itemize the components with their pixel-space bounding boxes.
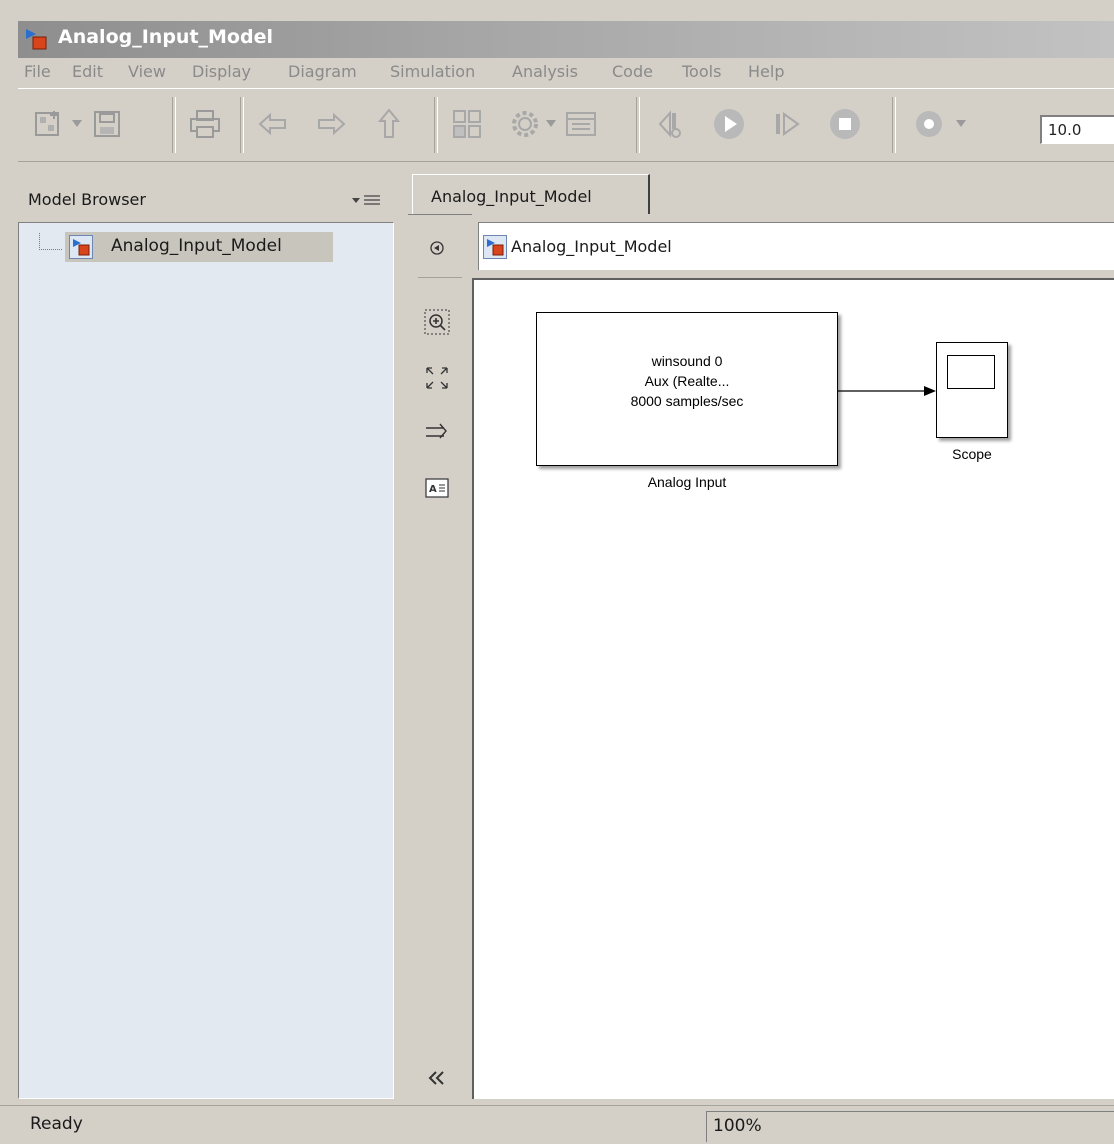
menu-file[interactable]: File: [24, 62, 51, 81]
status-text: Ready: [30, 1114, 83, 1134]
tab-label: Analog_Input_Model: [431, 187, 592, 206]
simulink-model-icon: [69, 235, 93, 259]
menu-tools[interactable]: Tools: [682, 62, 721, 81]
new-model-icon[interactable]: [32, 107, 66, 141]
scope-caption: Scope: [952, 446, 992, 462]
window-title: Analog_Input_Model: [58, 26, 273, 48]
analog-input-caption: Analog Input: [647, 474, 727, 490]
tree-item-label: Analog_Input_Model: [111, 236, 282, 256]
zoom-level: 100%: [713, 1116, 762, 1136]
zoom-level-field: 100%: [706, 1111, 1114, 1142]
menu-display[interactable]: Display: [192, 62, 251, 81]
scope-screen-icon: [947, 355, 995, 389]
panel-menu-icon[interactable]: [352, 193, 382, 207]
panel-splitter[interactable]: [396, 176, 408, 1099]
tree-item-analog-input-model[interactable]: Analog_Input_Model: [65, 232, 333, 262]
menu-help[interactable]: Help: [748, 62, 784, 81]
toolbar-separator: [636, 97, 640, 153]
simulink-model-icon: [26, 29, 47, 50]
toolbar-separator: [240, 97, 244, 153]
model-explorer-icon[interactable]: [564, 107, 598, 141]
block-text-line: Aux (Realte...: [644, 373, 730, 389]
menu-bar: File Edit View Display Diagram Simulatio…: [18, 58, 1114, 88]
menu-edit[interactable]: Edit: [72, 62, 103, 81]
toolbar-separator: [434, 97, 438, 153]
block-text-line: winsound 0: [651, 353, 723, 369]
analog-input-block[interactable]: winsound 0 Aux (Realte... 8000 samples/s…: [536, 312, 838, 466]
stop-time-field[interactable]: 10.0: [1040, 115, 1114, 144]
menu-code[interactable]: Code: [612, 62, 653, 81]
menu-simulation[interactable]: Simulation: [390, 62, 475, 81]
model-browser-tree: Analog_Input_Model: [18, 222, 394, 1099]
diagram-canvas[interactable]: winsound 0 Aux (Realte... 8000 samples/s…: [472, 278, 1114, 1099]
zoom-in-icon[interactable]: [424, 309, 450, 335]
model-browser-title: Model Browser: [28, 190, 146, 209]
simulink-model-icon: [483, 235, 507, 259]
breadcrumb-item[interactable]: Analog_Input_Model: [511, 237, 672, 256]
breadcrumb: Analog_Input_Model: [478, 222, 1114, 270]
print-icon[interactable]: [188, 107, 222, 141]
run-icon[interactable]: [712, 107, 746, 141]
editor-tab-strip: Analog_Input_Model: [408, 170, 1114, 214]
toolbar: 10.0: [18, 88, 1114, 162]
back-arrow-icon[interactable]: [256, 107, 290, 141]
annotation-icon[interactable]: A: [424, 475, 450, 501]
palette-separator: [418, 277, 462, 278]
status-bar: Ready 100%: [0, 1105, 1114, 1144]
toolbar-separator: [172, 97, 176, 153]
svg-text:A: A: [429, 484, 437, 495]
hide-explorer-bar-icon[interactable]: [424, 235, 450, 261]
double-chevron-left-icon[interactable]: [424, 1065, 450, 1091]
step-back-icon[interactable]: [654, 107, 688, 141]
fit-to-view-icon[interactable]: [424, 365, 450, 391]
library-browser-icon[interactable]: [450, 107, 484, 141]
chevron-down-icon[interactable]: [956, 120, 966, 128]
tab-analog-input-model[interactable]: Analog_Input_Model: [412, 174, 650, 214]
title-bar: Analog_Input_Model: [18, 21, 1114, 58]
stop-icon[interactable]: [828, 107, 862, 141]
model-browser-header: Model Browser: [18, 176, 396, 222]
menu-view[interactable]: View: [128, 62, 166, 81]
chevron-down-icon[interactable]: [72, 120, 82, 128]
up-arrow-icon[interactable]: [372, 107, 406, 141]
toolbar-separator: [892, 97, 896, 153]
tree-connector: [39, 233, 62, 250]
diagram-palette: A: [408, 214, 472, 1099]
block-text-line: 8000 samples/sec: [630, 393, 744, 409]
gear-icon[interactable]: [508, 107, 542, 141]
scope-block[interactable]: [936, 342, 1008, 438]
forward-arrow-icon[interactable]: [314, 107, 348, 141]
record-icon[interactable]: [912, 107, 946, 141]
step-forward-icon[interactable]: [770, 107, 804, 141]
menu-analysis[interactable]: Analysis: [512, 62, 578, 81]
chevron-down-icon[interactable]: [546, 120, 556, 128]
menu-diagram[interactable]: Diagram: [288, 62, 357, 81]
save-icon[interactable]: [90, 107, 124, 141]
signal-line[interactable]: [838, 384, 938, 398]
route-lines-icon[interactable]: [424, 419, 450, 445]
